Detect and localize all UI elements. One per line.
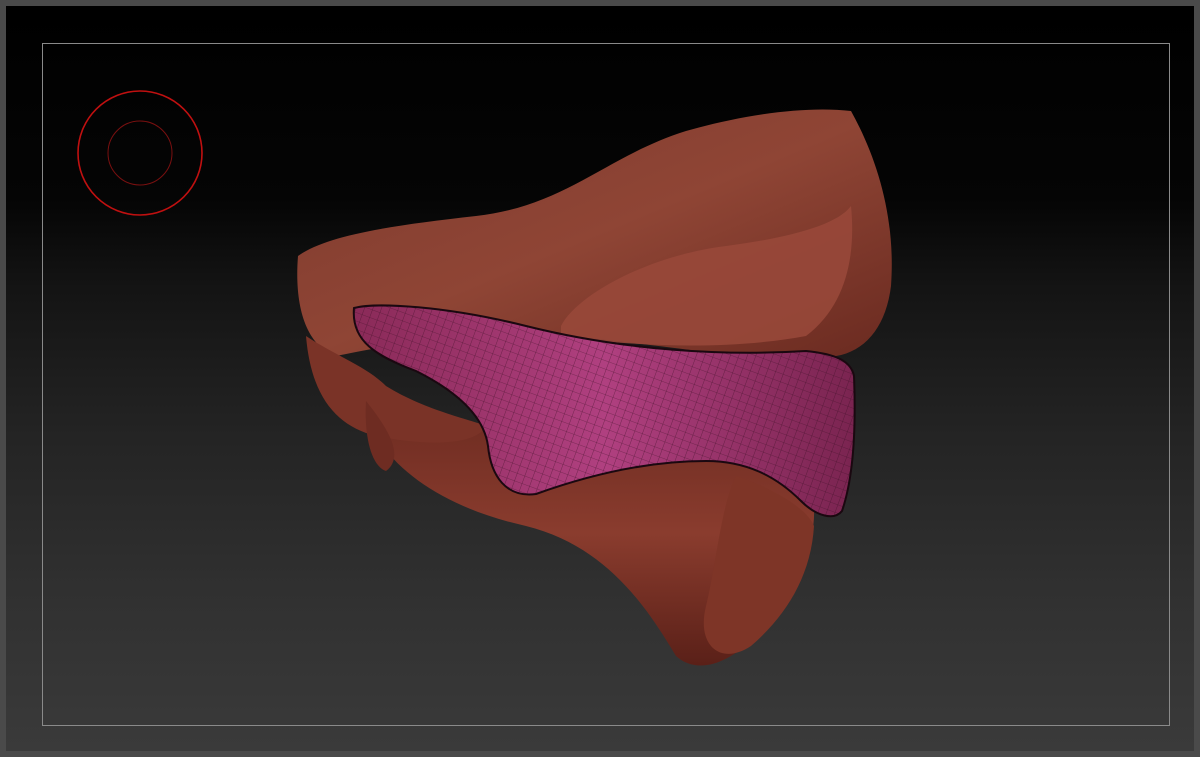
zbrush-canvas-frame	[0, 0, 1200, 757]
sculpt-mesh[interactable]	[286, 101, 906, 681]
brush-radius-cursor-icon	[77, 90, 203, 216]
